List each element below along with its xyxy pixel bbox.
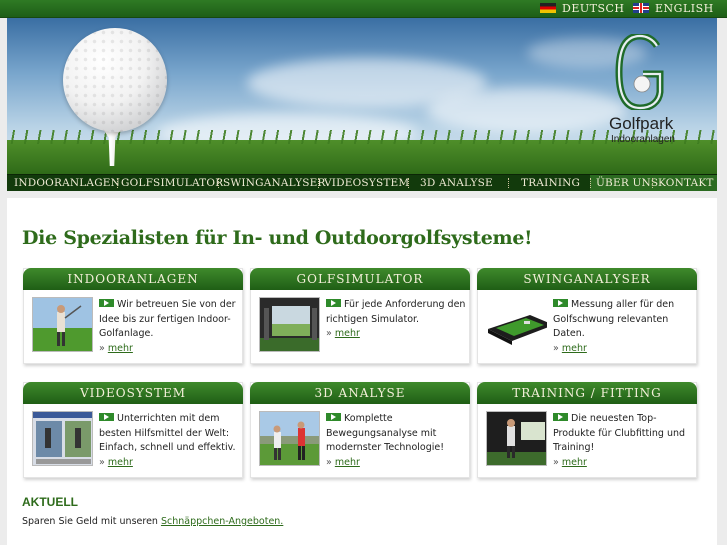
card-text: Komplette Bewegungsanalyse mit modernste… [326,412,466,470]
site-logo[interactable]: Golfpark Indooranlagen [607,32,687,158]
more-link[interactable]: mehr [108,343,133,354]
nav-item-indooranlagen[interactable]: INDOORANLAGEN [14,175,120,191]
more-link-wrap: » mehr [99,342,133,354]
nav-item-swinganalyser[interactable]: SWINGANALYSER [223,175,326,191]
card-title[interactable]: INDOORANLAGEN [23,268,243,290]
nav-item-videosystem[interactable]: VIDEOSYSTEM [324,175,409,191]
header-banner: Golfpark Indooranlagen [7,18,717,174]
main-content: Die Spezialisten für In- und Outdoorgolf… [7,198,717,545]
card-description: Für jede Anforderung den richtigen Simul… [326,299,466,325]
card-title[interactable]: VIDEOSYSTEM [23,382,243,404]
more-link[interactable]: mehr [335,328,360,339]
arrow-icon [326,413,341,421]
news-text: Sparen Sie Geld mit unseren Schnäppchen-… [22,516,283,527]
nav-item-golfsimulator[interactable]: GOLFSIMULATOR [121,175,223,191]
nav-separator [590,178,591,188]
card-header: TRAINING / FITTING [477,382,697,404]
cloud [427,88,627,133]
card-header: 3D ANALYSE [250,382,470,404]
indoor-golf-player-image[interactable] [32,297,93,352]
nav-item-3d-analyse[interactable]: 3D ANALYSE [420,175,493,191]
card-description: Messung aller für den Golfschwung releva… [553,299,675,339]
nav-item-ueber-uns[interactable]: ÜBER UNS [596,175,658,191]
arrow-icon [99,299,114,307]
bargain-offers-link[interactable]: Schnäppchen-Angeboten. [161,516,283,527]
more-link-wrap: » mehr [553,342,587,354]
language-label: DEUTSCH [562,2,625,15]
card-header: GOLFSIMULATOR [250,268,470,290]
more-link-wrap: » mehr [326,328,360,339]
card-text: Unterrichten mit dem besten Hilfsmittel … [99,412,239,470]
nav-item-training[interactable]: TRAINING [521,175,580,191]
arrow-icon [99,413,114,421]
more-link[interactable]: mehr [108,457,133,468]
card-title[interactable]: 3D ANALYSE [250,382,470,404]
card-title[interactable]: SWINGANALYSER [477,268,697,290]
logo-g-icon [615,34,664,110]
nav-separator [652,178,653,188]
nav-separator [117,178,118,188]
news-body: Sparen Sie Geld mit unseren [22,516,158,527]
nav-separator [408,178,409,188]
card-description: Komplette Bewegungsanalyse mit modernste… [326,413,445,453]
card-description: Unterrichten mit dem besten Hilfsmittel … [99,413,236,453]
german-flag-icon [540,3,556,13]
card-header: VIDEOSYSTEM [23,382,243,404]
more-link[interactable]: mehr [562,457,587,468]
card-golfsimulator: GOLFSIMULATOR Für jede Anforderung den r… [250,268,470,364]
nav-separator [318,178,319,188]
page-headline: Die Spezialisten für In- und Outdoorgolf… [22,227,533,249]
more-link[interactable]: mehr [562,343,587,354]
uk-flag-icon [633,3,649,13]
nav-separator [508,178,509,188]
card-header: SWINGANALYSER [477,268,697,290]
card-training-fitting: TRAINING / FITTING Die neuesten Top-Prod… [477,382,697,478]
card-indooranlagen: INDOORANLAGEN Wir betreuen Sie von der I… [23,268,243,364]
card-text: Die neuesten Top-Produkte für Clubfittin… [553,412,693,470]
more-link-wrap: » mehr [326,456,360,468]
golfers-outdoor-image[interactable] [259,411,320,466]
training-studio-image[interactable] [486,411,547,466]
arrow-icon [326,299,341,307]
card-text: Wir betreuen Sie von der Idee bis zur fe… [99,298,239,356]
brand-name: Golfpark [609,114,674,133]
nav-separator [218,178,219,188]
card-description: Die neuesten Top-Produkte für Clubfittin… [553,413,686,453]
nav-item-kontakt[interactable]: KONTAKT [658,175,714,191]
news-heading: AKTUELL [22,495,78,509]
language-bar: DEUTSCH ENGLISH [0,0,727,18]
card-3d-analyse: 3D ANALYSE Komplette Bewegungsanalyse mi… [250,382,470,478]
card-swinganalyser: SWINGANALYSER Messung aller für den Golf… [477,268,697,364]
more-link-wrap: » mehr [553,456,587,468]
golf-ball-image [63,28,167,132]
video-software-image[interactable] [32,411,93,466]
card-text: Für jede Anforderung den richtigen Simul… [326,298,466,342]
more-link[interactable]: mehr [335,457,360,468]
card-text: Messung aller für den Golfschwung releva… [553,298,693,356]
main-nav: INDOORANLAGEN GOLFSIMULATOR SWINGANALYSE… [7,174,717,191]
more-link-wrap: » mehr [99,456,133,468]
card-description: Wir betreuen Sie von der Idee bis zur fe… [99,299,236,339]
brand-subtitle: Indooranlagen [611,134,675,145]
card-title[interactable]: TRAINING / FITTING [477,382,697,404]
card-title[interactable]: GOLFSIMULATOR [250,268,470,290]
golf-simulator-image[interactable] [259,297,320,352]
arrow-icon [553,299,568,307]
card-videosystem: VIDEOSYSTEM Unterrichten mit dem besten … [23,382,243,478]
arrow-icon [553,413,568,421]
language-link-english[interactable]: ENGLISH [633,2,714,16]
swing-mat-image[interactable] [486,297,547,352]
language-link-deutsch[interactable]: DEUTSCH [540,2,625,16]
language-label: ENGLISH [655,2,714,15]
card-header: INDOORANLAGEN [23,268,243,290]
